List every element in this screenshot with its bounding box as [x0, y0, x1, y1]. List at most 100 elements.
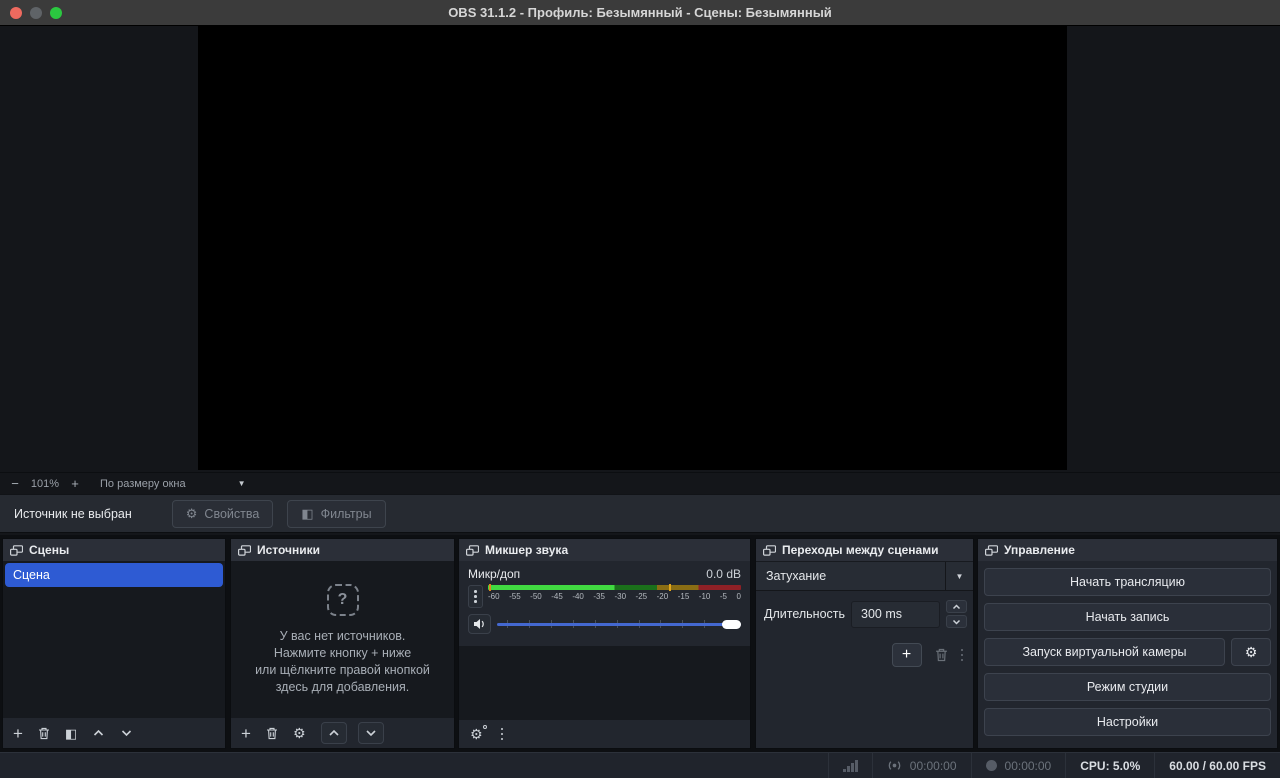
mixer-toolbar: ⚙	[459, 720, 750, 748]
settings-button[interactable]: Настройки	[984, 708, 1271, 736]
start-virtual-camera-button[interactable]: Запуск виртуальной камеры	[984, 638, 1225, 666]
minimize-window-button[interactable]	[30, 7, 42, 19]
sources-empty-text: У вас нет источников. Нажмите кнопку + н…	[255, 628, 430, 696]
window-title: OBS 31.1.2 - Профиль: Безымянный - Сцены…	[448, 5, 832, 20]
mixer-panel-header[interactable]: Микшер звука	[459, 539, 750, 561]
volume-meter-wrap: -60 -55 -50 -45 -40 -35 -30 -25 -20 -15 …	[488, 585, 741, 601]
scene-canvas[interactable]	[198, 26, 1067, 470]
duration-increase-button[interactable]	[946, 600, 967, 613]
remove-source-button[interactable]	[266, 727, 278, 740]
close-window-button[interactable]	[10, 7, 22, 19]
sources-panel-header[interactable]: Источники	[231, 539, 454, 561]
remove-scene-button[interactable]	[38, 727, 50, 740]
status-bar: 00:00:00 00:00:00 CPU: 5.0% 60.00 / 60.0…	[0, 752, 1280, 778]
sources-toolbar: + ⚙	[231, 718, 454, 748]
remove-transition-button[interactable]	[935, 648, 948, 662]
move-scene-down-button[interactable]	[120, 729, 133, 737]
volume-slider-handle[interactable]	[722, 620, 741, 629]
move-source-down-button[interactable]	[358, 722, 384, 744]
panel-icon	[763, 545, 776, 556]
meter-tick: -35	[593, 592, 605, 601]
scene-list-item-selected[interactable]: Сцена	[5, 563, 223, 587]
studio-mode-button[interactable]: Режим студии	[984, 673, 1271, 701]
panel-icon	[985, 545, 998, 556]
mute-button[interactable]	[468, 614, 491, 634]
meter-tick: -10	[699, 592, 711, 601]
chevron-down-icon	[952, 619, 961, 625]
add-transition-button[interactable]: +	[892, 643, 922, 667]
zoom-level: 101%	[26, 478, 64, 490]
transitions-panel-header[interactable]: Переходы между сценами	[756, 539, 973, 561]
mixer-channel-labels: Микр/доп 0.0 dB	[468, 567, 741, 581]
meter-tick: -60	[488, 592, 500, 601]
virtual-camera-settings-button[interactable]: ⚙	[1231, 638, 1271, 666]
scenes-toolbar: + ◧	[3, 718, 225, 748]
properties-button-label: Свойства	[204, 507, 259, 521]
controls-buttons: Начать трансляцию Начать запись Запуск в…	[978, 561, 1277, 748]
stream-time: 00:00:00	[910, 759, 957, 773]
sources-panel: Источники ? У вас нет источников. Нажмит…	[230, 538, 455, 749]
zoom-out-button[interactable]: −	[4, 476, 26, 491]
volume-slider-track	[497, 623, 741, 626]
properties-button[interactable]: ⚙ Свойства	[172, 500, 274, 528]
transitions-empty-area	[756, 676, 973, 748]
preview-area	[0, 26, 1280, 472]
transitions-buttons: +	[756, 634, 973, 676]
sources-empty-state[interactable]: ? У вас нет источников. Нажмите кнопку +…	[231, 561, 454, 718]
broadcast-icon	[887, 759, 902, 772]
controls-panel-header[interactable]: Управление	[978, 539, 1277, 561]
mixer-menu-button[interactable]	[501, 728, 504, 741]
fit-mode-label[interactable]: По размеру окна	[100, 478, 186, 490]
record-time-group: 00:00:00	[972, 759, 1066, 773]
scenes-panel-header[interactable]: Сцены	[3, 539, 225, 561]
scene-filters-button[interactable]: ◧	[65, 727, 77, 740]
empty-line: или щёлкните правой кнопкой	[255, 662, 430, 679]
source-properties-button[interactable]: ⚙	[293, 726, 306, 740]
meter-scale: -60 -55 -50 -45 -40 -35 -30 -25 -20 -15 …	[488, 592, 741, 601]
panel-icon	[466, 545, 479, 556]
panel-icon	[238, 545, 251, 556]
move-scene-up-button[interactable]	[92, 729, 105, 737]
volume-meter	[488, 585, 741, 590]
duration-decrease-button[interactable]	[946, 615, 967, 628]
filter-icon: ◧	[301, 507, 313, 520]
meter-tick: -15	[678, 592, 690, 601]
kebab-icon	[474, 590, 477, 603]
traffic-lights	[10, 7, 62, 19]
move-source-up-button[interactable]	[321, 722, 347, 744]
chevron-up-icon	[952, 604, 961, 610]
transition-select[interactable]: Затухание ▼	[756, 561, 973, 591]
dropdown-caret-icon[interactable]: ▼	[945, 562, 973, 590]
scene-list[interactable]: Сцена	[3, 561, 225, 718]
transition-menu-button[interactable]	[961, 649, 964, 662]
advanced-audio-properties-button[interactable]: ⚙	[470, 727, 483, 741]
chevron-down-icon	[365, 729, 377, 737]
controls-panel: Управление Начать трансляцию Начать запи…	[977, 538, 1278, 749]
duration-field[interactable]: 300 ms	[851, 601, 940, 628]
source-toolbar: Источник не выбран ⚙ Свойства ◧ Фильтры	[0, 494, 1280, 533]
fit-mode-caret-icon[interactable]: ▼	[238, 479, 246, 488]
record-time: 00:00:00	[1005, 759, 1052, 773]
zoom-in-button[interactable]: +	[64, 476, 86, 491]
start-recording-button[interactable]: Начать запись	[984, 603, 1271, 631]
transition-current-value: Затухание	[756, 562, 945, 590]
zoom-window-button[interactable]	[50, 7, 62, 19]
add-scene-button[interactable]: +	[13, 725, 23, 742]
meter-tick: -25	[636, 592, 648, 601]
empty-line: Нажмите кнопку + ниже	[255, 645, 430, 662]
channel-menu-button[interactable]	[468, 585, 483, 608]
mixer-empty-area	[459, 646, 750, 720]
start-streaming-button[interactable]: Начать трансляцию	[984, 568, 1271, 596]
volume-slider[interactable]	[497, 617, 741, 631]
meter-tick: 0	[737, 592, 741, 601]
filters-button[interactable]: ◧ Фильтры	[287, 500, 385, 528]
controls-panel-title: Управление	[1004, 543, 1075, 557]
transitions-panel: Переходы между сценами Затухание ▼ Длите…	[755, 538, 974, 749]
meter-peak-marker	[669, 584, 671, 591]
cpu-usage: CPU: 5.0%	[1066, 759, 1154, 773]
meter-tick: -55	[509, 592, 521, 601]
add-source-button[interactable]: +	[241, 725, 251, 742]
stream-time-group: 00:00:00	[873, 759, 971, 773]
record-icon	[986, 760, 997, 771]
speaker-icon	[473, 618, 486, 630]
